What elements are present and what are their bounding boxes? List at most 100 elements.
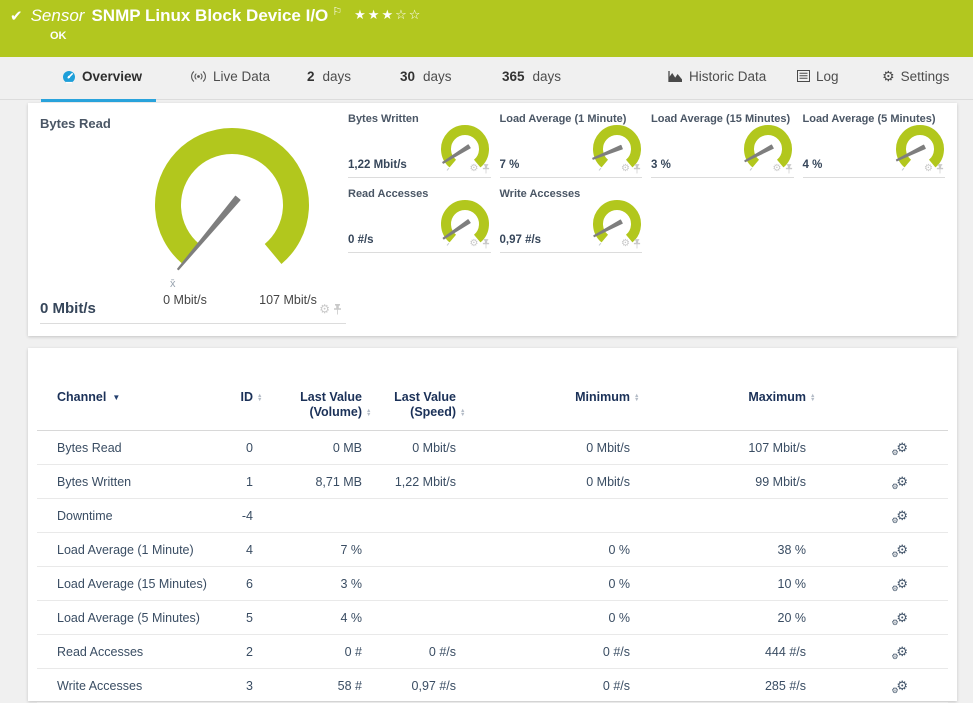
cell-id: 6 [230, 577, 253, 591]
status-check-icon: ✔ [10, 7, 23, 25]
tab-historic-data[interactable]: Historic Data [668, 69, 766, 99]
cell-max: 99 Mbit/s [630, 475, 806, 489]
tab-bar: Overview Live Data 2days 30 days 365 days Histo… [0, 57, 973, 100]
gauge-title: Read Accesses [348, 188, 428, 200]
gauge-current-value: 4 % [803, 159, 823, 171]
channel-settings-icon[interactable]: ⚙⚙ [896, 475, 908, 489]
cell-min: 0 #/s [456, 679, 630, 693]
table-row-bytes-read: Bytes Read00 MB0 Mbit/s0 Mbit/s107 Mbit/… [37, 431, 948, 465]
prtg-sensor-page: { "header": { "kind_label": "Sensor", "t… [0, 0, 973, 701]
column-header-channel[interactable]: Channel▼ [57, 390, 230, 420]
gauge-current-value: 0,97 #/s [500, 234, 542, 246]
cell-channel: Read Accesses [57, 645, 230, 659]
cell-min: 0 Mbit/s [456, 475, 630, 489]
gauge-title: Bytes Written [348, 113, 419, 125]
column-label: Last Value (Speed) [394, 390, 456, 419]
gauge-title: Bytes Read [40, 116, 111, 131]
overview-gauges-panel: Bytes Read x̄ 0 Mbit/s 107 Mbit/s 0 Mbit… [28, 103, 957, 336]
channel-settings-icon[interactable]: ⚙⚙ [896, 441, 908, 455]
column-header-maximum[interactable]: Maximum▲▼ [630, 390, 806, 420]
cell-id: 4 [230, 543, 253, 557]
channel-settings-icon[interactable]: ⚙⚙ [896, 645, 908, 659]
column-label: ID [241, 390, 254, 404]
cell-min: 0 % [456, 577, 630, 591]
channel-settings-icon[interactable]: ⚙⚙ [896, 611, 908, 625]
gear-icon[interactable]: ⚙ [470, 239, 479, 249]
sensor-header: ✔ Sensor SNMP Linux Block Device I/O ⚐ ★… [0, 0, 973, 57]
tab-30-days[interactable]: 30 days [400, 69, 452, 99]
cell-id: 0 [230, 441, 253, 455]
average-marker: x̄ [170, 278, 176, 290]
gauge-current-value: 1,22 Mbit/s [348, 159, 407, 171]
tab-number: 30 [400, 69, 415, 84]
cell-speed: 0,97 #/s [362, 679, 456, 693]
table-body: Bytes Read00 MB0 Mbit/s0 Mbit/s107 Mbit/… [37, 431, 948, 703]
tab-label: Log [816, 69, 839, 84]
gauge-tile-load-average-5-minutes: Load Average (5 Minutes)4 %⚙ [803, 110, 946, 178]
pin-icon[interactable] [482, 164, 490, 174]
column-header-last-value-volume[interactable]: Last Value (Volume)▲▼ [253, 390, 362, 420]
cell-channel: Bytes Written [57, 475, 230, 489]
tab-settings[interactable]: ⚙ Settings [882, 69, 949, 99]
gear-icon[interactable]: ⚙ [470, 164, 479, 174]
cell-max: 38 % [630, 543, 806, 557]
gauge-tile-bytes-read: Bytes Read x̄ 0 Mbit/s 107 Mbit/s 0 Mbit… [40, 110, 346, 324]
column-header-last-value-speed[interactable]: Last Value (Speed)▲▼ [362, 390, 456, 420]
cell-channel: Bytes Read [57, 441, 230, 455]
pin-icon[interactable] [333, 304, 342, 315]
cell-volume: 4 % [253, 611, 362, 625]
cell-min: 0 % [456, 611, 630, 625]
gear-icon[interactable]: ⚙ [621, 164, 630, 174]
cell-channel: Load Average (1 Minute) [57, 543, 230, 557]
cell-volume: 58 # [253, 679, 362, 693]
tab-number: 2 [307, 69, 315, 84]
cell-volume: 7 % [253, 543, 362, 557]
column-header-minimum[interactable]: Minimum▲▼ [456, 390, 630, 420]
gear-icon: ⚙ [882, 70, 895, 83]
pin-icon[interactable] [785, 164, 793, 174]
small-gauge-tiles: Bytes Written1,22 Mbit/s⚙Load Average (1… [348, 110, 945, 253]
chart-icon [668, 70, 683, 83]
cell-channel: Write Accesses [57, 679, 230, 693]
gauge-current-value: 0 Mbit/s [40, 300, 96, 317]
cell-id: 1 [230, 475, 253, 489]
tab-label: Historic Data [689, 69, 766, 84]
gauge-tile-bytes-written: Bytes Written 1,22 Mbit/s ⚙ [348, 110, 491, 178]
table-header-row: Channel▼ID▲▼Last Value (Volume)▲▼Last Va… [37, 390, 948, 431]
table-row-downtime: Downtime-4⚙⚙ [37, 499, 948, 533]
pin-icon[interactable] [482, 239, 490, 249]
flag-icon[interactable]: ⚐ [332, 5, 342, 18]
gear-icon[interactable]: ⚙ [924, 164, 933, 174]
table-row-bytes-written: Bytes Written18,71 MB1,22 Mbit/s0 Mbit/s… [37, 465, 948, 499]
gauge-icon [62, 70, 76, 84]
tab-365-days[interactable]: 365 days [502, 69, 561, 99]
pin-icon[interactable] [936, 164, 944, 174]
tab-label: Settings [901, 69, 950, 84]
channel-settings-icon[interactable]: ⚙⚙ [896, 679, 908, 693]
gear-icon[interactable]: ⚙ [773, 164, 782, 174]
tab-overview[interactable]: Overview [62, 69, 142, 99]
tab-label: Live Data [213, 69, 270, 84]
cell-max: 444 #/s [630, 645, 806, 659]
tab-number: 365 [502, 69, 525, 84]
cell-volume: 3 % [253, 577, 362, 591]
tab-label: days [423, 69, 452, 84]
column-header-id[interactable]: ID▲▼ [230, 390, 253, 420]
channel-settings-icon[interactable]: ⚙⚙ [896, 509, 908, 523]
column-label: Last Value (Volume) [300, 390, 362, 419]
gauge-current-value: 0 #/s [348, 234, 374, 246]
tab-live-data[interactable]: Live Data [190, 69, 270, 99]
tab-label: days [533, 69, 562, 84]
priority-stars[interactable]: ★★★☆☆ [354, 7, 422, 23]
channels-table-panel: Channel▼ID▲▼Last Value (Volume)▲▼Last Va… [28, 348, 957, 701]
tab-2-days[interactable]: 2days [307, 69, 351, 99]
table-row-load-average-15-minutes: Load Average (15 Minutes)63 %0 %10 %⚙⚙ [37, 567, 948, 601]
channel-settings-icon[interactable]: ⚙⚙ [896, 543, 908, 557]
pin-icon[interactable] [633, 164, 641, 174]
channel-settings-icon[interactable]: ⚙⚙ [896, 577, 908, 591]
column-label: Channel [57, 390, 106, 404]
tab-log[interactable]: Log [797, 69, 839, 99]
gear-icon[interactable]: ⚙ [319, 303, 330, 315]
gear-icon[interactable]: ⚙ [621, 239, 630, 249]
pin-icon[interactable] [633, 239, 641, 249]
